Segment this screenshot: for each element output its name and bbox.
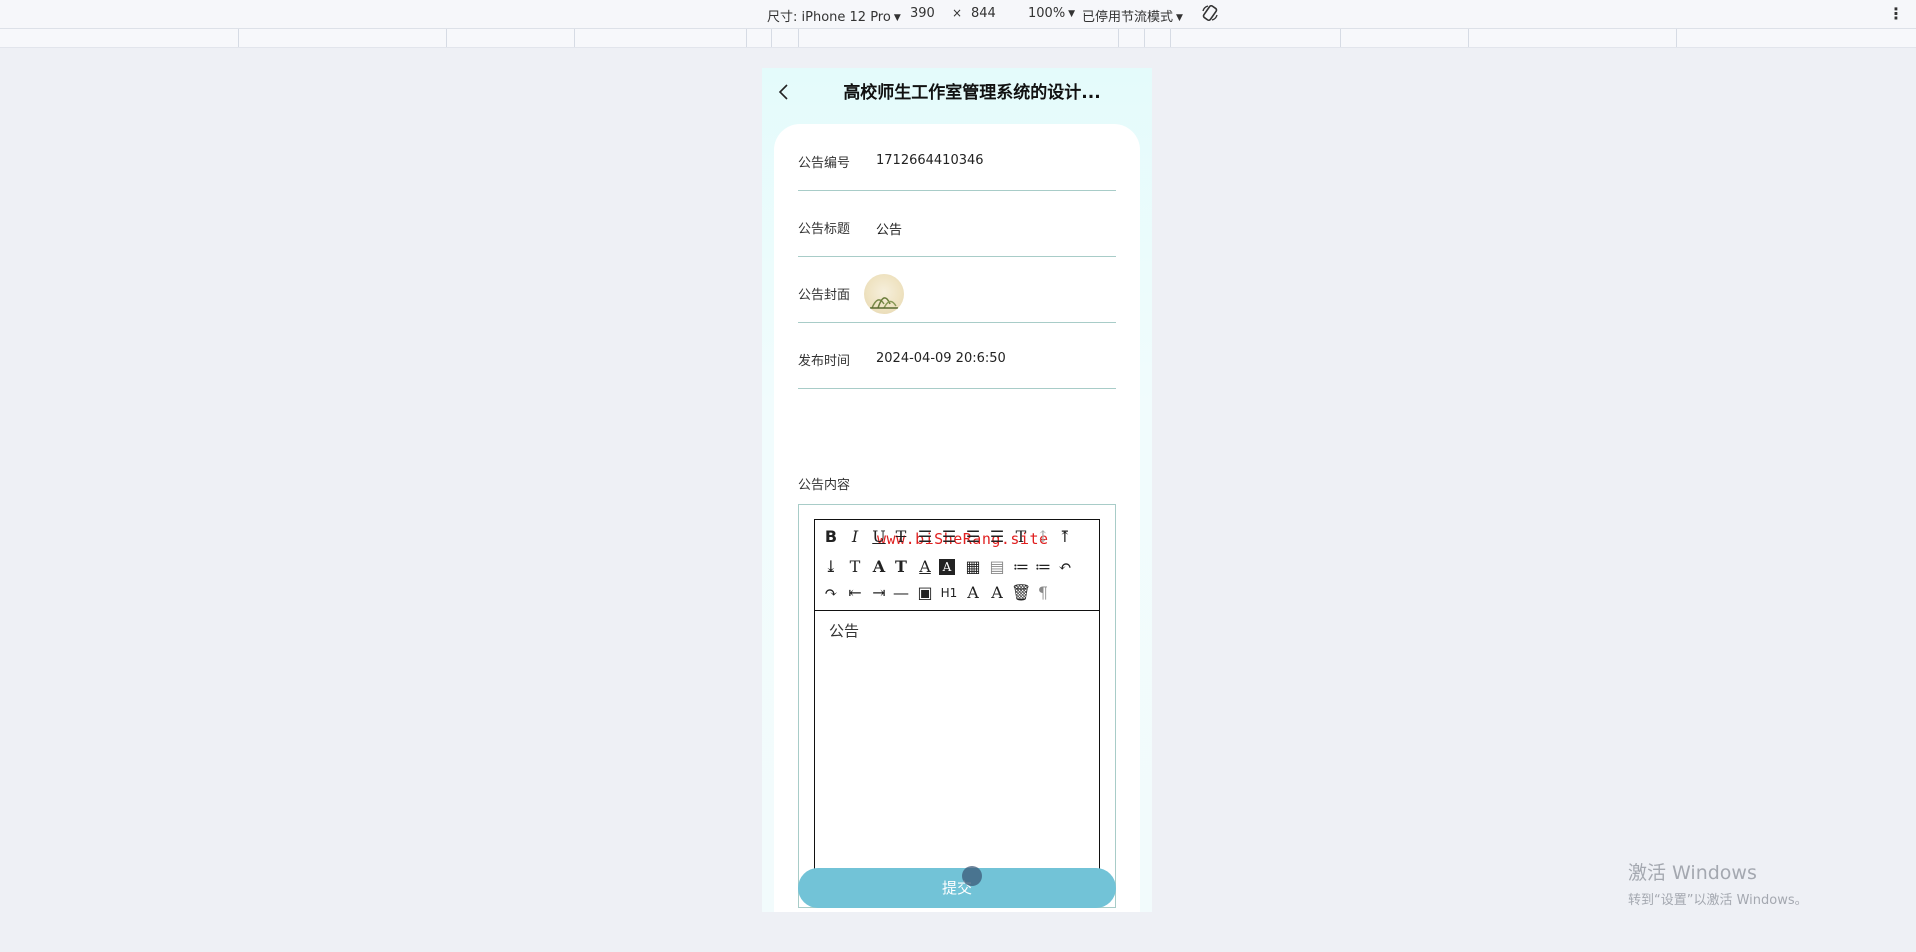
caret-down-icon: ▼ [893,13,901,23]
field-label: 发布时间 [798,354,851,369]
horizontal-rule-icon[interactable]: — [891,582,911,604]
times-sign: × [952,6,963,20]
field-row-time: 发布时间 2024-04-09 20:6:50 [798,322,1116,389]
subscript-icon[interactable]: A [963,582,983,604]
field-label: 公告标题 [798,222,851,237]
cover-image[interactable] [864,274,904,314]
line-height-icon[interactable]: ↕ [1033,526,1053,548]
field-row-number: 公告编号 1712664410346 [798,124,1116,191]
windows-activation-notice: 激活 Windows 转到“设置”以激活 Windows。 [1628,858,1808,908]
paragraph-icon[interactable]: ¶ [1033,582,1053,604]
form-card: 公告编号 1712664410346 公告标题 公告 公告封面 发布时间 202… [774,124,1140,912]
activate-title: 激活 Windows [1628,862,1757,884]
back-icon[interactable] [776,84,792,100]
space-bottom-icon[interactable]: ⤓ [821,556,841,578]
zoom-select[interactable]: 100% ▼ [1028,6,1075,21]
throttle-select[interactable]: 已停用节流模式 ▼ [1082,6,1183,25]
page-title: 高校师生工作室管理系统的设计... [843,83,1101,103]
image-icon[interactable]: ▣ [915,582,935,604]
rich-text-editor: www.biSheRang.site B I U T ☰ ☰ ☰ ☰ T ↕ ⤒… [814,519,1100,891]
space-top-icon[interactable]: ⤒ [1055,526,1075,548]
letter-spacing-icon[interactable]: T [1011,526,1031,548]
nav-bar: 高校师生工作室管理系统的设计... [762,68,1152,118]
bold-icon[interactable]: B [821,526,841,548]
submit-button[interactable]: 提交 [798,868,1116,908]
publish-time-field[interactable]: 2024-04-09 20:6:50 [876,351,1006,366]
trash-icon[interactable]: 🗑 [1011,582,1031,604]
clipboard-icon[interactable]: ▤ [987,556,1007,578]
field-label: 公告编号 [798,156,851,171]
number-field[interactable]: 1712664410346 [876,153,984,168]
caret-down-icon: ▼ [1068,9,1076,19]
caret-down-icon: ▼ [1176,13,1183,23]
devtools-toolbar: 尺寸: iPhone 12 Pro ▼ 390 × 844 100% ▼ 已停用节流… [0,0,1916,29]
field-row-title: 公告标题 公告 [798,190,1116,257]
align-right-icon[interactable]: ☰ [963,526,983,548]
calendar-icon[interactable]: ▦ [963,556,983,578]
undo-icon[interactable]: ↶ [1055,556,1075,578]
italic-icon[interactable]: I [845,526,865,548]
align-justify-icon[interactable]: ☰ [987,526,1007,548]
clear-format-icon[interactable]: T [845,556,865,578]
indent-icon[interactable]: ⇥ [869,582,889,604]
content-label: 公告内容 [798,478,851,493]
superscript-icon[interactable]: A [987,582,1007,604]
font-color-icon[interactable]: A [915,556,935,578]
align-left-icon[interactable]: ☰ [915,526,935,548]
editor-frame: www.biSheRang.site B I U T ☰ ☰ ☰ ☰ T ↕ ⤒… [798,504,1116,908]
unordered-list-icon[interactable]: ≔ [1033,556,1053,578]
editor-toolbar: www.biSheRang.site B I U T ☰ ☰ ☰ ☰ T ↕ ⤒… [815,520,1099,611]
underline-icon[interactable]: U [869,526,889,548]
kebab-icon[interactable]: ⋮ [1888,4,1904,23]
title-field[interactable]: 公告 [876,219,902,238]
width-input[interactable]: 390 [910,6,935,21]
editor-content[interactable]: 公告 [829,620,859,641]
device-select[interactable]: 尺寸: iPhone 12 Pro ▼ [767,6,901,25]
bg-color-icon[interactable]: A [939,559,955,575]
field-label: 公告封面 [798,288,851,303]
outdent-icon[interactable]: ⇤ [845,582,865,604]
media-query-ruler [0,29,1916,48]
height-input[interactable]: 844 [971,6,996,21]
text-size-icon[interactable]: T [891,556,911,578]
heading-icon[interactable]: H1 [939,582,959,604]
strikethrough-icon[interactable]: T [891,526,911,548]
align-center-icon[interactable]: ☰ [939,526,959,548]
touch-cursor [962,866,982,886]
phone-viewport: 高校师生工作室管理系统的设计... 公告编号 1712664410346 公告标… [762,68,1152,912]
activate-subtitle: 转到“设置”以激活 Windows。 [1628,893,1808,908]
field-row-cover: 公告封面 [798,256,1116,323]
plant-icon [870,297,898,309]
redo-icon[interactable]: ↷ [821,582,841,604]
font-size-icon[interactable]: A [869,556,889,578]
rotate-icon[interactable] [1200,3,1220,23]
ordered-list-icon[interactable]: ≔ [1011,556,1031,578]
